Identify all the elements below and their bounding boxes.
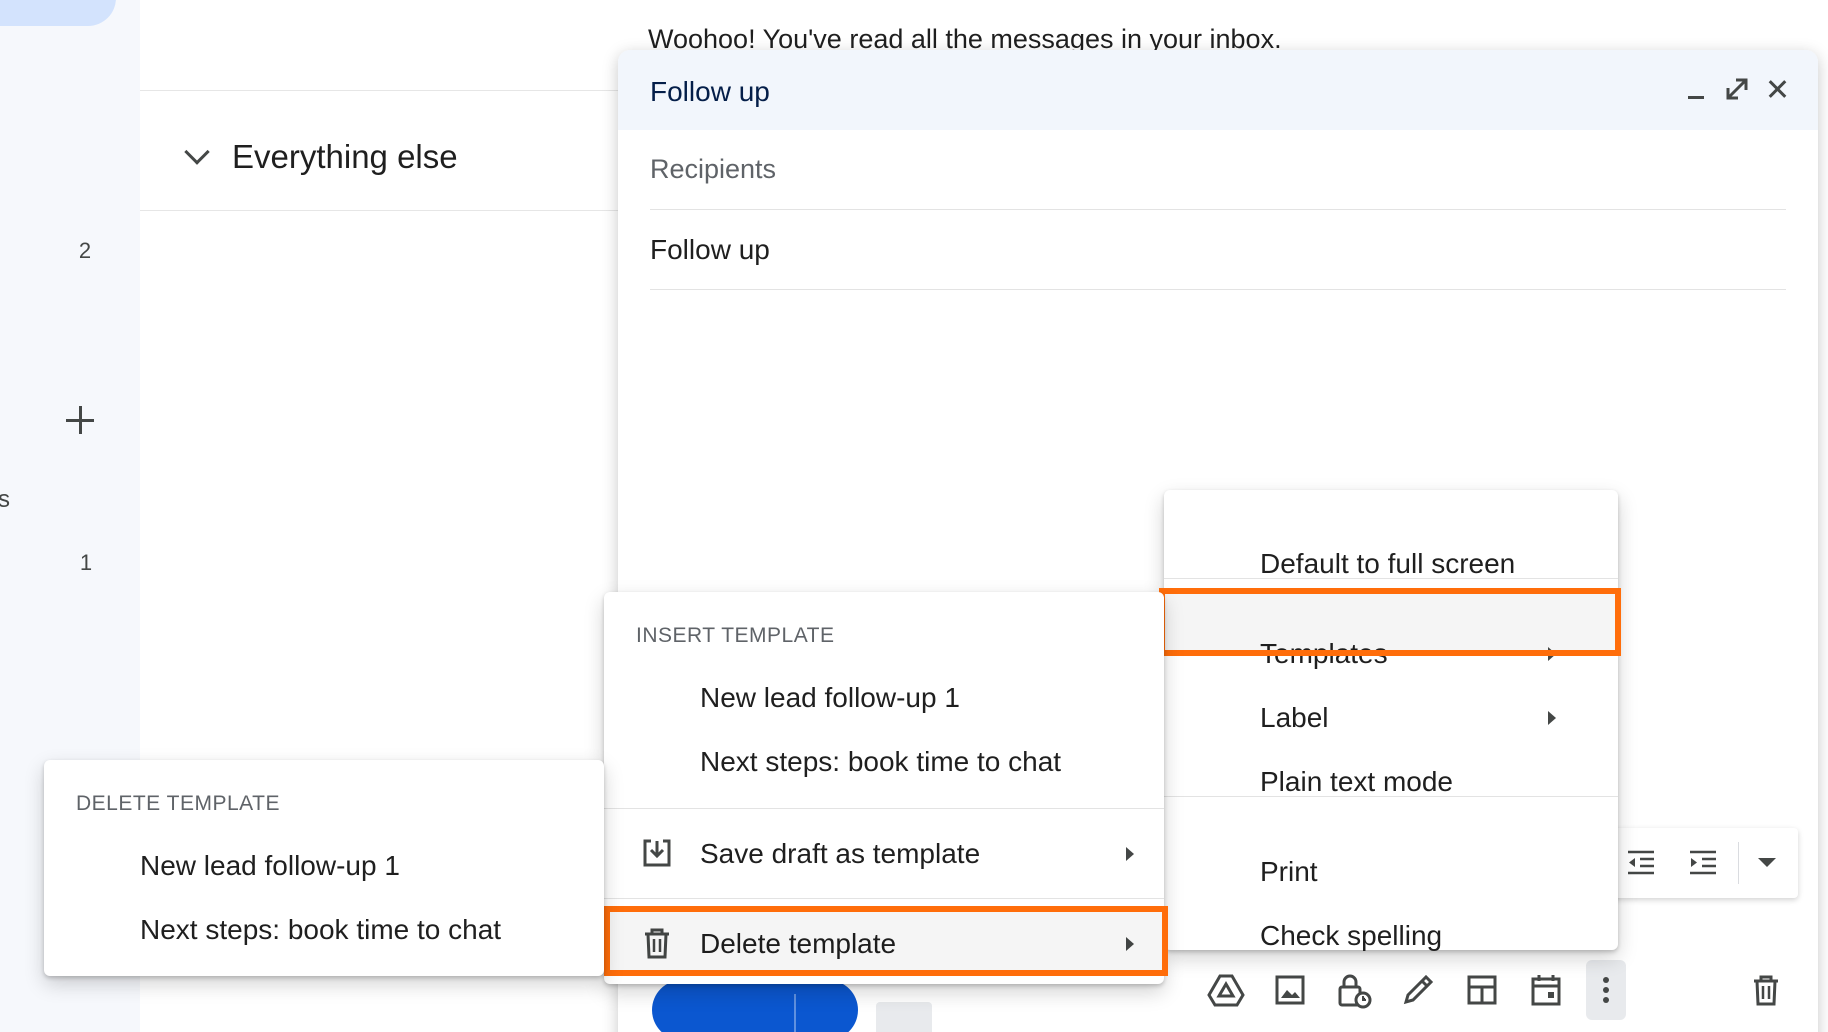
menu-item-default-full-screen[interactable]: Default to full screen xyxy=(1260,532,1515,596)
send-split-divider xyxy=(794,994,796,1032)
compose-header: Follow up xyxy=(618,50,1818,130)
more-options-menu: Default to full screen Templates Label P… xyxy=(1164,490,1618,951)
save-template-icon xyxy=(640,836,674,875)
discard-draft-icon[interactable] xyxy=(1746,970,1786,1010)
divider xyxy=(1738,842,1739,884)
minimize-icon[interactable] xyxy=(1680,72,1714,106)
layouts-icon[interactable] xyxy=(1462,970,1502,1010)
close-icon[interactable] xyxy=(1760,72,1794,106)
divider xyxy=(604,898,1164,899)
compose-title: Follow up xyxy=(650,76,770,107)
recipients-field[interactable]: Recipients xyxy=(650,130,1786,210)
section-title: Everything else xyxy=(232,138,458,175)
nav-count: 2 xyxy=(78,238,92,263)
divider xyxy=(1164,796,1618,797)
subject-field[interactable]: Follow up xyxy=(650,210,1786,290)
signature-pen-icon[interactable] xyxy=(1398,970,1438,1010)
menu-item-label[interactable]: Label xyxy=(1260,686,1329,750)
nav-label-truncated: s xyxy=(0,486,10,513)
menu-item-plain-text[interactable]: Plain text mode xyxy=(1260,750,1453,814)
caret-down-icon[interactable] xyxy=(1758,858,1776,867)
divider xyxy=(140,210,620,211)
nav-count: 1 xyxy=(79,550,93,575)
delete-template-item[interactable]: Next steps: book time to chat xyxy=(140,898,501,962)
confidential-mode-icon[interactable] xyxy=(1334,970,1374,1010)
delete-template-label: DELETE TEMPLATE xyxy=(76,792,280,815)
expand-icon[interactable] xyxy=(1720,72,1754,106)
insert-template-item[interactable]: Next steps: book time to chat xyxy=(700,730,1061,794)
event-calendar-icon[interactable] xyxy=(1526,970,1566,1010)
indent-more-icon[interactable] xyxy=(1686,846,1720,880)
insert-template-label: INSERT TEMPLATE xyxy=(636,624,835,647)
active-nav-pill[interactable] xyxy=(0,0,116,26)
add-label-icon[interactable] xyxy=(64,404,96,436)
templates-highlight xyxy=(1159,588,1621,656)
save-draft-as-template[interactable]: Save draft as template xyxy=(700,822,980,886)
section-header[interactable]: Everything else xyxy=(180,138,458,176)
delete-template-item[interactable]: New lead follow-up 1 xyxy=(140,834,400,898)
more-vert-icon xyxy=(1603,977,1609,1003)
divider xyxy=(140,90,620,91)
more-options-button[interactable] xyxy=(1586,960,1626,1020)
delete-template-highlight xyxy=(604,906,1168,976)
menu-item-print[interactable]: Print xyxy=(1260,840,1318,904)
divider xyxy=(604,808,1164,809)
indent-less-icon[interactable] xyxy=(1624,846,1658,880)
send-button[interactable] xyxy=(652,980,858,1032)
menu-item-check-spelling[interactable]: Check spelling xyxy=(1260,904,1442,968)
insert-photo-icon[interactable] xyxy=(1270,970,1310,1010)
divider xyxy=(1164,578,1618,579)
insert-template-item[interactable]: New lead follow-up 1 xyxy=(700,666,960,730)
google-drive-icon[interactable] xyxy=(1206,970,1246,1010)
formatting-options-button[interactable] xyxy=(876,1002,932,1032)
chevron-down-icon[interactable] xyxy=(184,139,210,165)
submenu-arrow-icon xyxy=(1548,711,1556,725)
submenu-arrow-icon xyxy=(1126,847,1134,861)
delete-template-submenu: DELETE TEMPLATE New lead follow-up 1 Nex… xyxy=(44,760,604,976)
